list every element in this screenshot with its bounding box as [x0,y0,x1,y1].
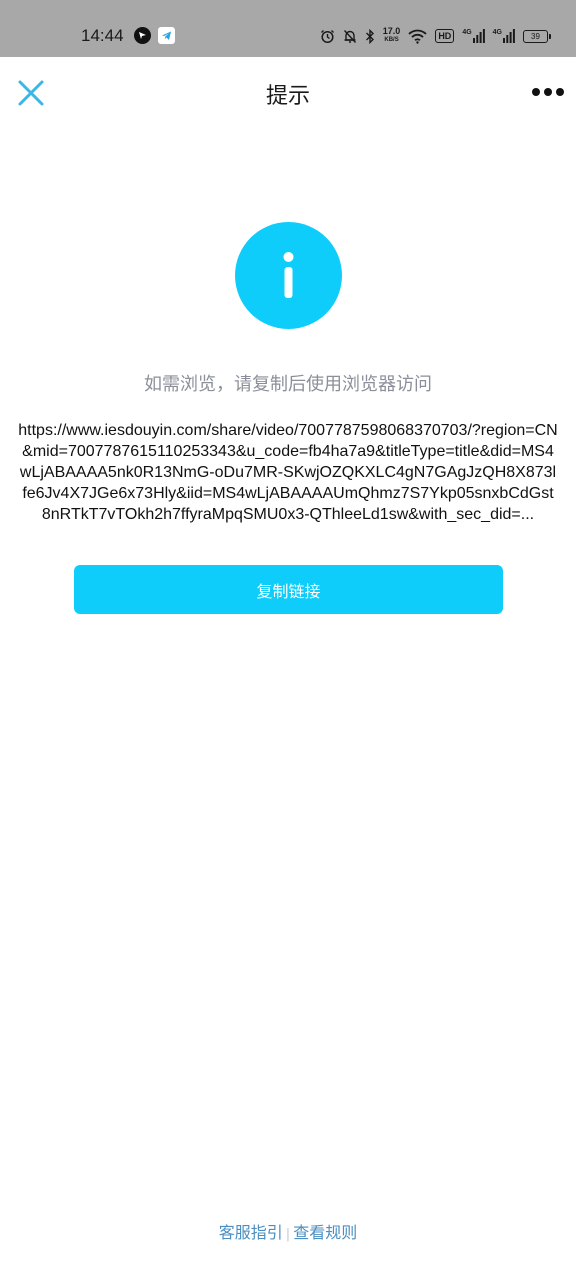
hd-badge: HD [435,29,455,43]
mute-bell-icon [343,29,357,44]
telegram-icon [158,27,175,44]
more-icon[interactable] [532,83,564,101]
status-time: 14:44 [81,26,124,45]
footer-links: 客服指引 | 查看规则 [0,1219,576,1243]
battery-icon: 39 [523,29,551,43]
more-dot [544,88,552,96]
wifi-icon [408,29,427,44]
net-speed-unit: KB/S [384,37,399,43]
share-link: https://www.iesdouyin.com/share/video/70… [18,422,558,523]
bluetooth-icon [365,28,375,44]
footer-separator: | [285,1227,291,1242]
status-bar: 14:44 17.0 KB/S HD 4G 4G 39 [0,0,576,57]
more-dot [556,88,564,96]
app-notification-icon [134,27,151,44]
service-guide-link[interactable]: 客服指引 [219,1223,283,1242]
hint-text: 如需浏览，请复制后使用浏览器访问 [144,374,432,395]
status-indicators: 17.0 KB/S HD 4G 4G 39 [320,25,551,47]
alarm-icon [320,29,335,44]
nav-bar: 提示 [0,57,576,127]
signal1-label: 4G [462,29,472,36]
signal-icon-2: 4G [493,29,515,43]
info-icon [235,222,342,329]
net-speed-value: 17.0 [382,26,401,36]
signal-icon: 4G [462,29,485,43]
view-rules-link[interactable]: 查看规则 [293,1223,357,1242]
copy-link-button[interactable]: 复制链接 [74,565,503,614]
page-title: 提示 [265,84,310,109]
signal2-label: 4G [492,29,502,36]
more-dot [532,88,540,96]
net-speed: 17.0 KB/S [383,27,401,45]
